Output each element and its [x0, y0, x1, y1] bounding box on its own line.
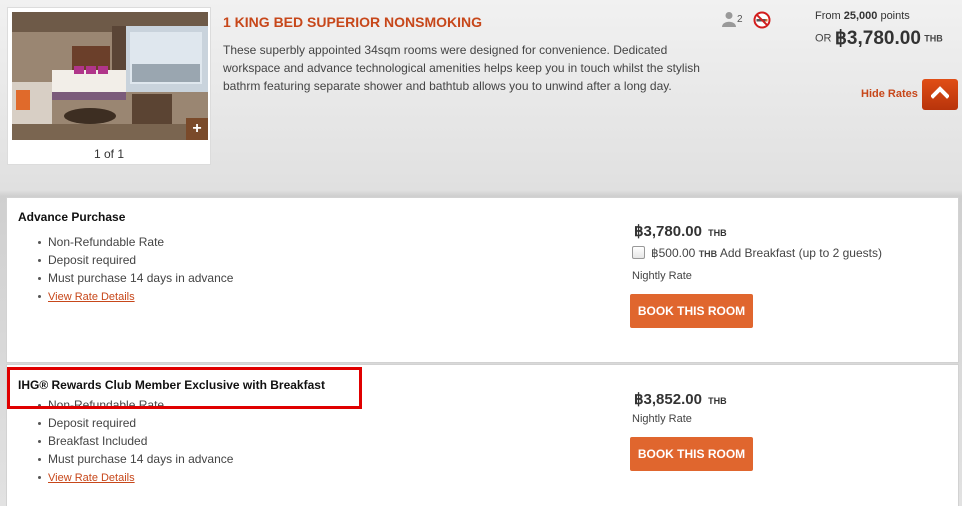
- room-description: These superbly appointed 34sqm rooms wer…: [223, 43, 700, 93]
- from-price: OR ฿3,780.00 THB: [815, 27, 943, 50]
- room-photo-image: [12, 12, 208, 140]
- points-value: 25,000: [843, 10, 878, 22]
- addon-label: Add Breakfast (up to 2 guests): [719, 246, 882, 260]
- add-breakfast-checkbox[interactable]: [632, 246, 645, 259]
- room-title: 1 KING BED SUPERIOR NONSMOKING: [223, 14, 483, 30]
- points-price: From 25,000 points: [815, 10, 910, 22]
- rate-feature: Deposit required: [37, 251, 233, 269]
- room-photo-card: + 1 of 1: [7, 7, 211, 165]
- hide-rates-button[interactable]: [922, 79, 958, 110]
- rate-feature: Breakfast Included: [37, 432, 233, 450]
- rate-price: ฿3,852.00 THB: [634, 390, 727, 408]
- max-guests-count: 2: [737, 14, 743, 25]
- book-this-room-button[interactable]: BOOK THIS ROOM: [630, 294, 753, 328]
- rate-price-amount: ฿3,852.00: [634, 391, 702, 408]
- points-prefix: From: [815, 10, 844, 22]
- rate-feature: Must purchase 14 days in advance: [37, 271, 234, 285]
- rate-price-currency: THB: [708, 396, 727, 406]
- chevron-up-icon: [931, 86, 949, 99]
- rate-feature: Must purchase 14 days in advance: [37, 452, 234, 466]
- nightly-rate-label: Nightly Rate: [632, 270, 692, 282]
- no-smoking-icon: [753, 11, 771, 29]
- rate-card-advance-purchase: Advance Purchase Non-Refundable Rate Dep…: [6, 197, 959, 363]
- view-rate-details-link[interactable]: View Rate Details: [48, 472, 135, 484]
- rate-price: ฿3,780.00 THB: [634, 222, 727, 240]
- add-breakfast-option: ฿500.00 THB Add Breakfast (up to 2 guest…: [632, 246, 882, 260]
- addon-price: ฿500.00: [651, 246, 696, 260]
- book-this-room-button[interactable]: BOOK THIS ROOM: [630, 437, 753, 471]
- expand-photo-button[interactable]: +: [186, 118, 208, 140]
- rate-price-amount: ฿3,780.00: [634, 223, 702, 240]
- rate-name: IHG® Rewards Club Member Exclusive with …: [18, 378, 325, 392]
- rate-feature: Non-Refundable Rate: [37, 233, 233, 251]
- nightly-rate-label: Nightly Rate: [632, 413, 692, 425]
- photo-counter: 1 of 1: [93, 147, 125, 161]
- guest-icon: [722, 12, 736, 27]
- rate-name: Advance Purchase: [18, 210, 126, 224]
- plus-icon: +: [192, 120, 202, 137]
- rate-feature-link-item: View Rate Details: [37, 287, 233, 305]
- or-label: OR: [815, 32, 832, 45]
- from-price-currency: THB: [924, 33, 943, 44]
- rate-features: Non-Refundable Rate Deposit required Mus…: [37, 233, 234, 305]
- view-rate-details-link[interactable]: View Rate Details: [48, 291, 135, 303]
- rate-feature-link-item: View Rate Details: [37, 468, 233, 486]
- rate-price-currency: THB: [708, 228, 727, 238]
- points-suffix: points: [877, 10, 910, 22]
- addon-currency: THB: [698, 249, 718, 259]
- hide-rates-link[interactable]: Hide Rates: [861, 88, 918, 100]
- rate-feature: Non-Refundable Rate: [37, 396, 233, 414]
- from-price-amount: ฿3,780.00: [834, 28, 921, 49]
- room-photo[interactable]: +: [12, 12, 208, 140]
- rate-features: Non-Refundable Rate Deposit required Bre…: [37, 396, 234, 486]
- rate-card-member-exclusive: IHG® Rewards Club Member Exclusive with …: [6, 364, 959, 506]
- rate-feature: Deposit required: [37, 414, 233, 432]
